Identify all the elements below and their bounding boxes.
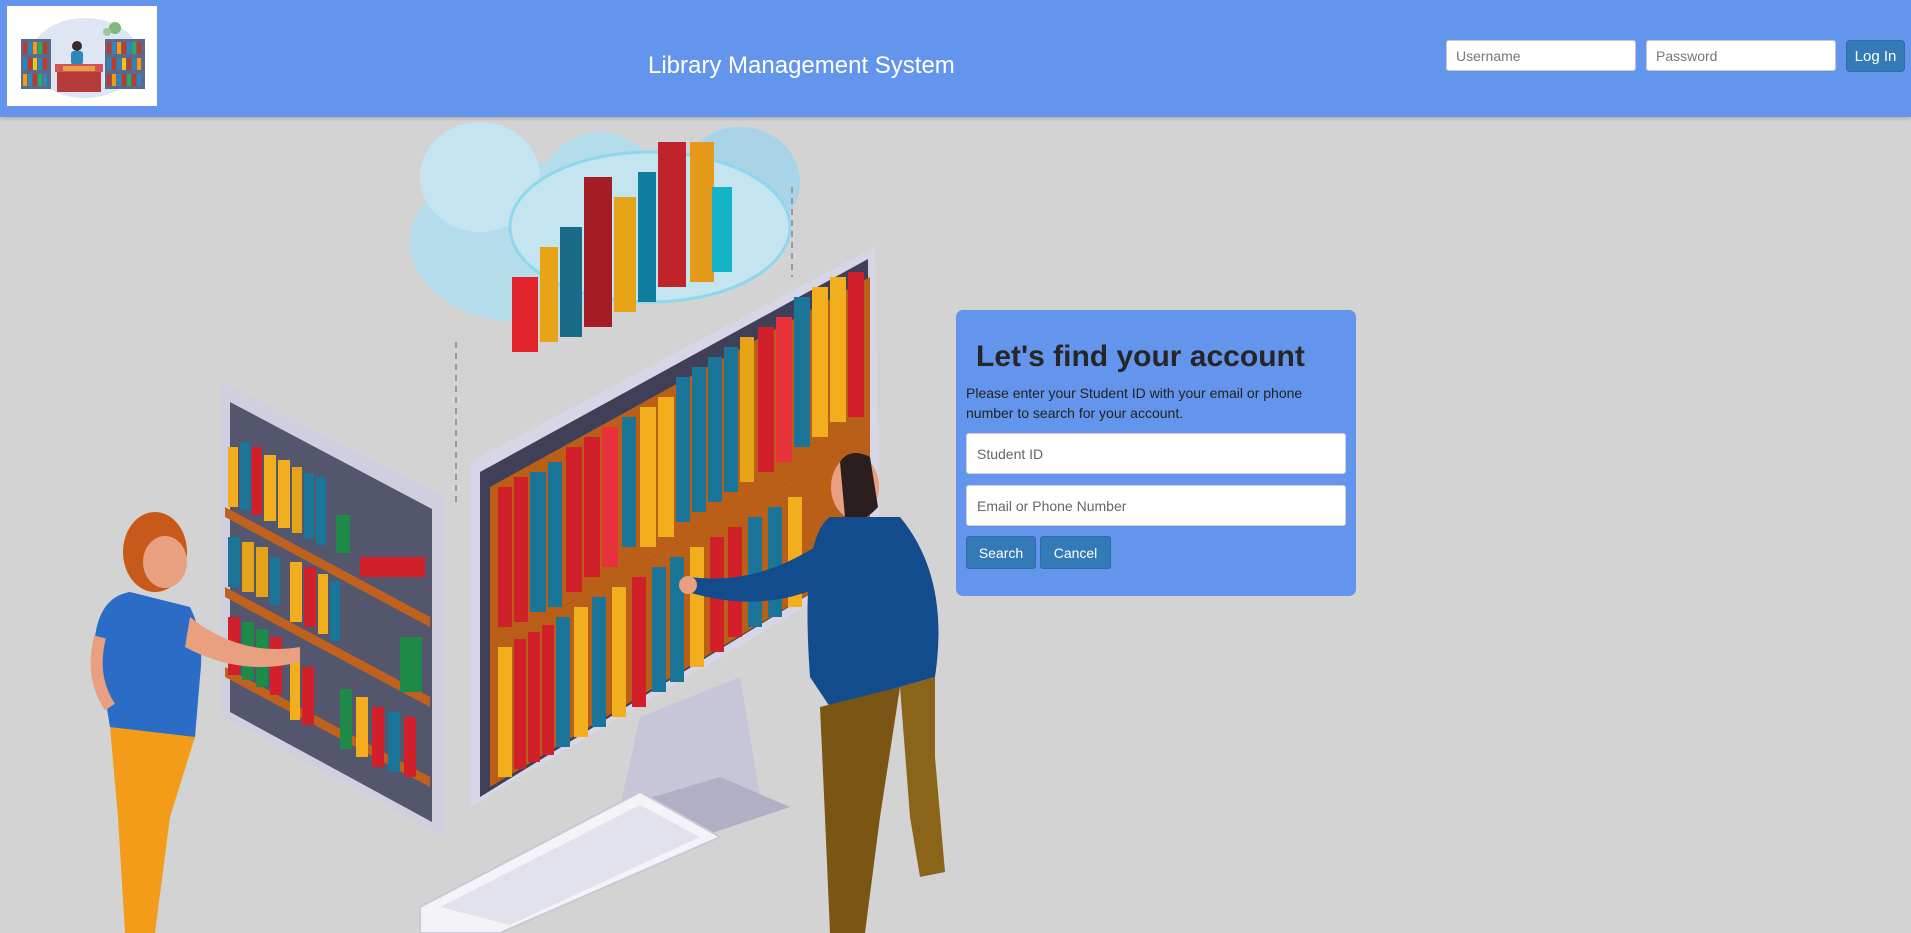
email-phone-input[interactable] (966, 485, 1346, 526)
library-logo[interactable] (7, 6, 157, 106)
search-button[interactable]: Search (966, 536, 1036, 569)
keyboard-illustration (419, 790, 723, 933)
login-button[interactable]: Log In (1846, 40, 1905, 72)
library-logo-image (21, 18, 145, 98)
student-id-input[interactable] (966, 433, 1346, 474)
tablet-bookshelf-illustration (222, 382, 445, 837)
card-title: Let's find your account (976, 340, 1305, 373)
card-description: Please enter your Student ID with your e… (966, 385, 1303, 421)
library-illustration (0, 117, 960, 933)
password-input[interactable] (1646, 40, 1836, 71)
username-input[interactable] (1446, 40, 1636, 71)
top-navbar: Library Management System Log In (0, 0, 1911, 117)
cancel-button[interactable]: Cancel (1040, 536, 1111, 569)
find-account-card: Let's find your account Please enter you… (956, 310, 1356, 596)
app-title: Library Management System (648, 52, 955, 79)
